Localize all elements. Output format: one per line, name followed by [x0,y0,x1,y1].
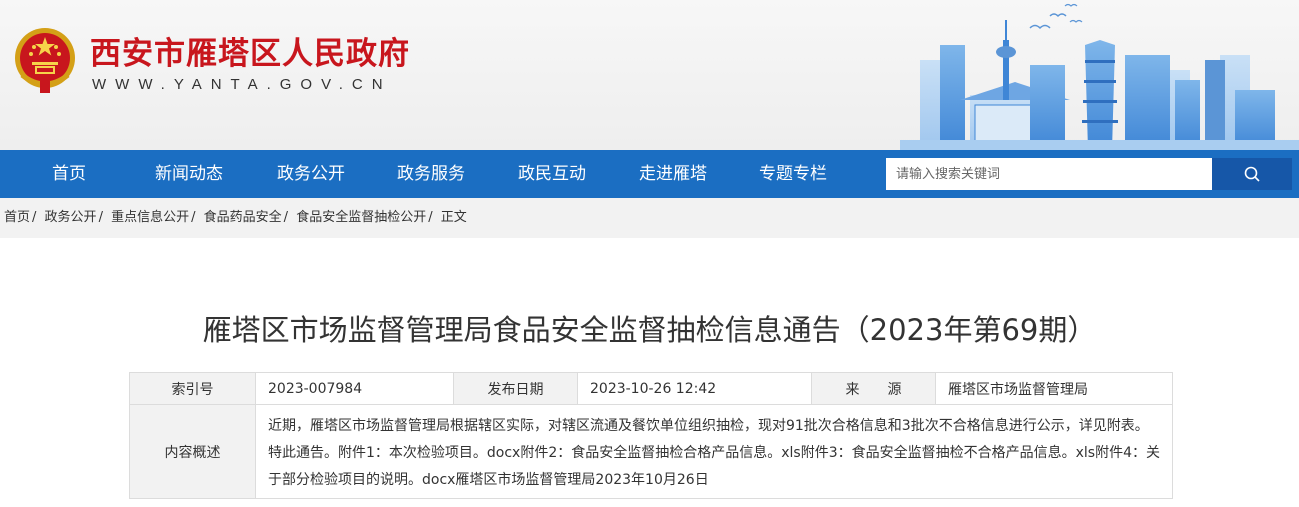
nav-item-gov-services[interactable]: 政务服务 [371,150,491,198]
site-header: 西安市雁塔区人民政府 WWW.YANTA.GOV.CN [0,0,1299,150]
breadcrumb-food-drug-safety[interactable]: 食品药品安全 [204,210,282,225]
site-domain: WWW.YANTA.GOV.CN [92,76,392,93]
date-label: 发布日期 [453,372,578,405]
nav-item-news[interactable]: 新闻动态 [129,150,249,198]
index-label: 索引号 [129,372,256,405]
nav-item-interaction[interactable]: 政民互动 [492,150,612,198]
search-icon [1244,166,1260,182]
breadcrumb-home[interactable]: 首页 [4,210,30,225]
article-meta-table: 索引号 2023-007984 发布日期 2023-10-26 12:42 来 … [129,372,1173,499]
nav-item-home[interactable]: 首页 [9,150,129,198]
city-skyline-illustration [900,3,1299,150]
source-label: 来 源 [811,372,936,405]
breadcrumb-food-inspection[interactable]: 食品安全监督抽检公开 [296,210,426,225]
nav-item-gov-affairs-public[interactable]: 政务公开 [251,150,371,198]
search-input[interactable] [886,158,1212,190]
nav-item-special-topics[interactable]: 专题专栏 [733,150,853,198]
main-nav: 首页 新闻动态 政务公开 政务服务 政民互动 走进雁塔 专题专栏 [0,150,1299,198]
search-button[interactable] [1212,158,1292,190]
breadcrumb-key-info[interactable]: 重点信息公开 [111,210,189,225]
article-title: 雁塔区市场监督管理局食品安全监督抽检信息通告（2023年第69期） [202,313,1097,347]
summary-label: 内容概述 [129,404,256,499]
index-value: 2023-007984 [255,372,454,405]
breadcrumb-gov-affairs-public[interactable]: 政务公开 [45,210,97,225]
source-value: 雁塔区市场监督管理局 [935,372,1173,405]
nav-item-about-yanta[interactable]: 走进雁塔 [613,150,733,198]
date-value: 2023-10-26 12:42 [577,372,812,405]
site-title: 西安市雁塔区人民政府 [90,36,410,72]
summary-value: 近期，雁塔区市场监督管理局根据辖区实际，对辖区流通及餐饮单位组织抽检，现对91批… [255,404,1173,499]
breadcrumb-current: 正文 [440,210,467,225]
breadcrumb: 首页 / 政务公开 / 重点信息公开 / 食品药品安全 / 食品安全监督抽检公开 / 正文 [0,198,1299,238]
national-emblem-icon [15,28,75,93]
